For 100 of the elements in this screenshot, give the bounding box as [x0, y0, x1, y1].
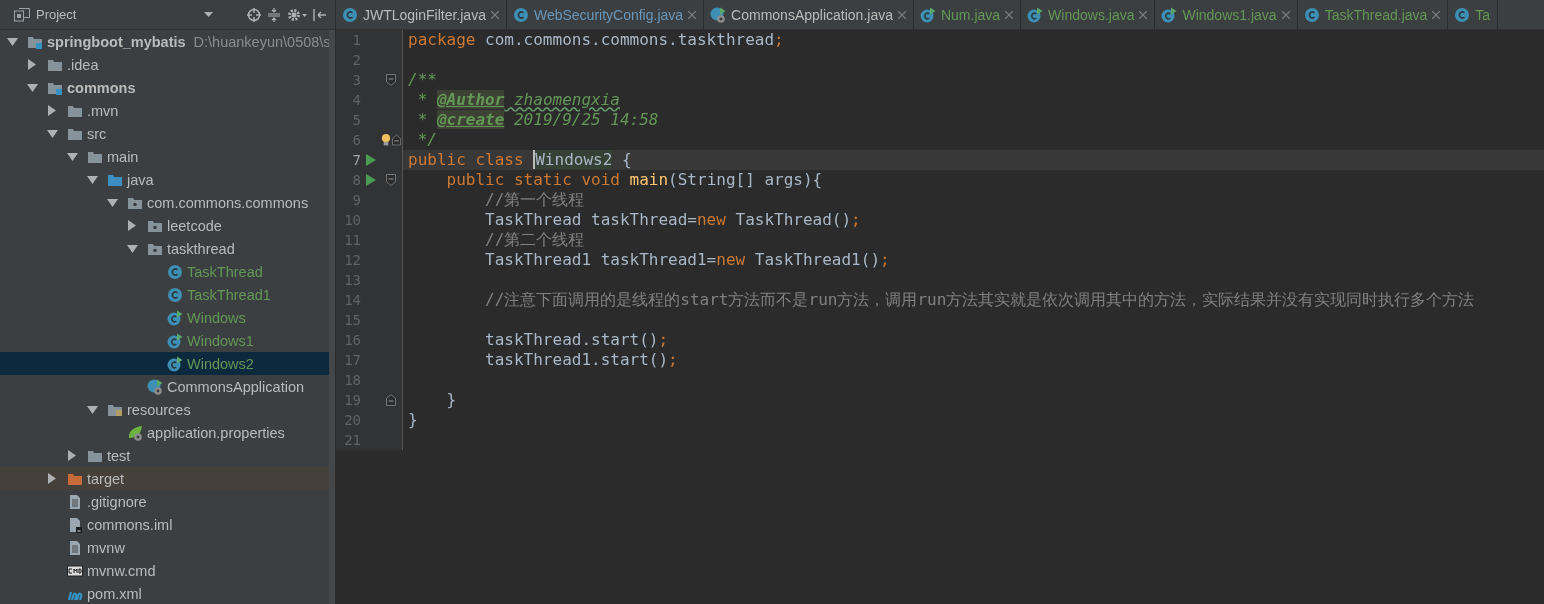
- class-icon: [1454, 6, 1471, 23]
- close-icon[interactable]: [688, 10, 697, 19]
- tree-item[interactable]: Windows2: [0, 352, 329, 375]
- collapse-all-icon[interactable]: [267, 7, 281, 22]
- fold-marker-icon[interactable]: [386, 74, 396, 86]
- fold-marker-icon[interactable]: [386, 394, 396, 406]
- code-line: * @Author zhaomengxia: [416, 90, 620, 110]
- close-icon[interactable]: [1005, 10, 1014, 19]
- text-file-icon: [67, 493, 83, 510]
- class-icon: [1303, 6, 1320, 23]
- tree-item[interactable]: resources: [0, 398, 329, 421]
- collapse-arrow-icon[interactable]: [48, 105, 56, 116]
- tree-item[interactable]: java: [0, 168, 329, 191]
- tree-item[interactable]: Windows: [0, 306, 329, 329]
- runnable-class-icon: [919, 6, 936, 23]
- tree-item[interactable]: mvnw: [0, 536, 329, 559]
- collapse-arrow-icon[interactable]: [48, 473, 56, 484]
- tree-item[interactable]: commons: [0, 76, 329, 99]
- code-line: //第一个线程: [484, 190, 585, 210]
- hide-panel-icon[interactable]: [313, 7, 327, 22]
- code-line: package com.commons.commons.taskthread;: [407, 30, 784, 50]
- project-view-icon: [14, 7, 30, 22]
- expand-arrow-icon[interactable]: [46, 129, 58, 138]
- tree-item[interactable]: commons.iml: [0, 513, 329, 536]
- class-icon: [167, 263, 183, 280]
- close-icon[interactable]: [1281, 10, 1290, 19]
- code-line: taskThread1.start();: [484, 350, 678, 370]
- code-line: public static void main(String[] args){: [445, 170, 823, 190]
- code-line: TaskThread taskThread=new TaskThread();: [484, 210, 861, 230]
- editor-tab[interactable]: JWTLoginFilter.java: [336, 0, 507, 29]
- expand-arrow-icon[interactable]: [86, 175, 98, 184]
- expand-arrow-icon[interactable]: [66, 152, 78, 161]
- editor-tab[interactable]: Num.java: [913, 0, 1022, 29]
- code-line: //第二个线程: [484, 230, 585, 250]
- tree-item[interactable]: application.properties: [0, 421, 329, 444]
- tree-item[interactable]: src: [0, 122, 329, 145]
- tree-item[interactable]: .mvn: [0, 99, 329, 122]
- line-number: 7: [351, 152, 361, 168]
- editor-tab[interactable]: CommonsApplication.java: [704, 0, 914, 29]
- tree-item[interactable]: TaskThread: [0, 260, 329, 283]
- tree-item[interactable]: test: [0, 444, 329, 467]
- tree-item[interactable]: target: [0, 467, 329, 490]
- code-line: /**: [407, 70, 437, 90]
- gear-icon[interactable]: [287, 7, 307, 22]
- code-line: public class Windows2 {: [407, 150, 632, 170]
- editor-tab[interactable]: Windows.java: [1021, 0, 1156, 29]
- class-icon: [512, 6, 529, 23]
- run-icon[interactable]: [366, 154, 376, 166]
- expand-arrow-icon[interactable]: [86, 405, 98, 414]
- tree-item[interactable]: pom.xml: [0, 582, 329, 604]
- expand-arrow-icon[interactable]: [106, 198, 118, 207]
- spring-class-icon: [147, 378, 163, 395]
- fold-marker-icon[interactable]: [391, 134, 401, 146]
- collapse-arrow-icon[interactable]: [28, 59, 36, 70]
- crosshair-icon[interactable]: [247, 7, 261, 22]
- editor-tab[interactable]: TaskThread.java: [1297, 0, 1449, 29]
- tree-item[interactable]: CommonsApplication: [0, 375, 329, 398]
- code-line: }: [407, 410, 418, 430]
- panel-title: Project: [36, 7, 77, 22]
- tree-item[interactable]: TaskThread1: [0, 283, 329, 306]
- spring-class-icon: [710, 6, 727, 23]
- code-line: }: [445, 390, 457, 410]
- editor-tab[interactable]: WebSecurityConfig.java: [506, 0, 705, 29]
- tree-item[interactable]: main: [0, 145, 329, 168]
- cmd-file-icon: [67, 562, 83, 579]
- code-line: */: [416, 130, 437, 150]
- code-line: * @create 2019/9/25 14:58: [416, 110, 659, 130]
- code-line: taskThread.start();: [484, 330, 669, 350]
- runnable-class-icon: [167, 309, 183, 326]
- close-icon[interactable]: [490, 10, 499, 19]
- tree-item[interactable]: Windows1: [0, 329, 329, 352]
- editor-tab[interactable]: Ta: [1448, 0, 1499, 29]
- tree-item[interactable]: .gitignore: [0, 490, 329, 513]
- tree-item[interactable]: mvnw.cmd: [0, 559, 329, 582]
- text-file-icon: [67, 539, 83, 556]
- runnable-class-icon: [1027, 6, 1044, 23]
- collapse-arrow-icon[interactable]: [128, 220, 136, 231]
- caret-down-icon[interactable]: [204, 12, 213, 17]
- expand-arrow-icon[interactable]: [26, 83, 38, 92]
- fold-marker-icon[interactable]: [386, 174, 396, 186]
- code-line: TaskThread1 taskThread1=new TaskThread1();: [484, 250, 890, 270]
- tree-item[interactable]: leetcode: [0, 214, 329, 237]
- expand-arrow-icon[interactable]: [126, 244, 138, 253]
- runnable-class-icon: [167, 332, 183, 349]
- editor-tab[interactable]: Windows1.java: [1155, 0, 1298, 29]
- close-icon[interactable]: [897, 10, 906, 19]
- code-line: //注意下面调用的是线程的start方法而不是run方法，调用run方法其实就是依次调用其中的方法，实际结果并没有实现同时执行多个方法: [484, 290, 1475, 310]
- tree-item[interactable]: .idea: [0, 53, 329, 76]
- run-icon[interactable]: [366, 174, 376, 186]
- expand-arrow-icon[interactable]: [6, 37, 18, 46]
- class-icon: [167, 286, 183, 303]
- spring-leaf-icon: [127, 424, 143, 441]
- collapse-arrow-icon[interactable]: [68, 450, 76, 461]
- close-icon[interactable]: [1432, 10, 1441, 19]
- runnable-class-icon: [167, 355, 183, 372]
- tree-item[interactable]: com.commons.commons: [0, 191, 329, 214]
- close-icon[interactable]: [1139, 10, 1148, 19]
- tree-item[interactable]: taskthread: [0, 237, 329, 260]
- class-icon: [342, 6, 358, 23]
- lightbulb-icon[interactable]: [381, 133, 391, 147]
